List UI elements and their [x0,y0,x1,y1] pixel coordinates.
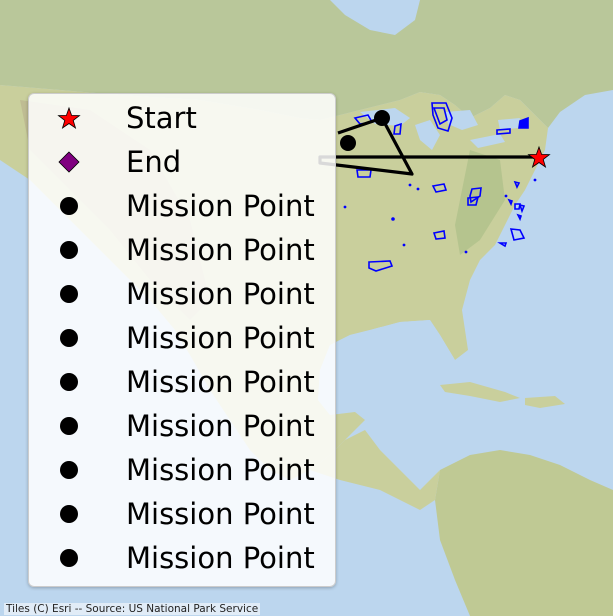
legend-label: Mission Point [126,497,315,531]
park-dot [408,183,412,187]
mission-point-marker[interactable] [374,110,390,126]
park-dot [533,178,537,182]
red-star-icon [57,106,81,129]
legend-item-mission-point: Mission Point [29,360,335,404]
legend-item-mission-point: Mission Point [29,316,335,360]
black-circle-icon [60,197,78,215]
mission-point-marker[interactable] [340,135,356,151]
legend-label: Mission Point [126,365,315,399]
legend-label: Mission Point [126,409,315,443]
black-circle-icon [60,329,78,347]
park-dot [391,217,395,221]
legend-label: Mission Point [126,453,315,487]
park-dot [464,250,468,254]
legend-item-mission-point: Mission Point [29,184,335,228]
park-dot [402,243,406,247]
legend-label: Mission Point [126,189,315,223]
black-circle-icon [60,505,78,523]
map-legend: Start End Mission Point Mission Point Mi… [28,93,336,587]
legend-label: Start [126,101,197,135]
black-circle-icon [60,417,78,435]
park-dot [416,187,420,191]
park-dot [343,205,347,209]
legend-item-mission-point: Mission Point [29,492,335,536]
legend-item-mission-point: Mission Point [29,272,335,316]
black-circle-icon [60,461,78,479]
legend-label: Mission Point [126,541,315,575]
black-circle-icon [60,285,78,303]
park-dot [504,194,508,198]
map-attribution: Tiles (C) Esri -- Source: US National Pa… [4,603,261,615]
black-circle-icon [60,241,78,259]
purple-diamond-icon [58,151,80,173]
legend-item-mission-point: Mission Point [29,536,335,580]
legend-label: Mission Point [126,277,315,311]
black-circle-icon [60,549,78,567]
legend-item-mission-point: Mission Point [29,404,335,448]
legend-label: Mission Point [126,233,315,267]
black-circle-icon [60,373,78,391]
legend-item-start: Start [29,96,335,140]
legend-item-mission-point: Mission Point [29,228,335,272]
legend-item-mission-point: Mission Point [29,448,335,492]
legend-label: End [126,145,182,179]
legend-label: Mission Point [126,321,315,355]
legend-item-end: End [29,140,335,184]
